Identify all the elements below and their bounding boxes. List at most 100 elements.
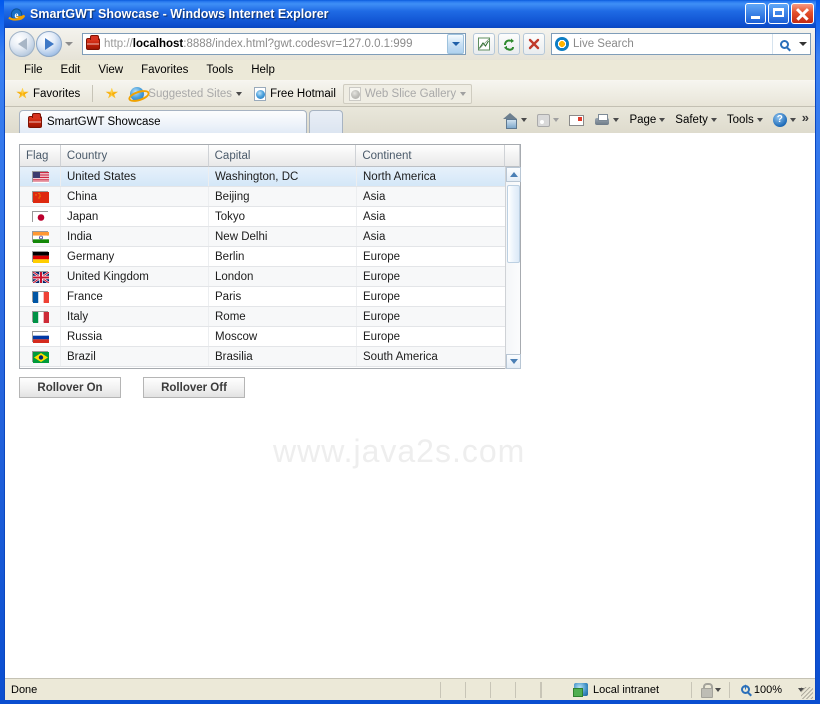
grid-header-label: Capital	[214, 149, 251, 162]
table-row[interactable]: France Paris Europe	[20, 287, 520, 307]
menu-item-file[interactable]: File	[15, 62, 52, 78]
table-row[interactable]: United States Washington, DC North America	[20, 167, 520, 187]
table-row[interactable]: Germany Berlin Europe	[20, 247, 520, 267]
back-button[interactable]	[9, 31, 35, 57]
feeds-button[interactable]	[533, 112, 563, 129]
help-menu-button[interactable]: ?	[769, 111, 800, 129]
chevron-down-icon[interactable]	[659, 118, 666, 122]
security-zone-indicator[interactable]: Local intranet	[541, 681, 691, 698]
chevron-down-icon[interactable]	[553, 118, 560, 122]
stop-button[interactable]	[523, 33, 545, 55]
page-icon	[254, 86, 267, 101]
favorites-item-suggested-sites[interactable]: Suggested Sites	[125, 85, 247, 103]
print-button[interactable]	[590, 112, 623, 129]
refresh-button[interactable]	[498, 33, 520, 55]
grid-cell-country: China	[61, 187, 209, 206]
forward-button[interactable]	[36, 31, 62, 57]
address-dropdown-icon[interactable]	[447, 34, 464, 54]
protected-mode-indicator[interactable]	[691, 681, 729, 698]
add-to-favorites-bar-button[interactable]	[100, 86, 123, 102]
browser-window: e SmartGWT Showcase - Windows Internet E…	[0, 0, 820, 704]
browser-client-area: http://localhost:8888/index.html?gwt.cod…	[4, 28, 816, 700]
table-row[interactable]: India New Delhi Asia	[20, 227, 520, 247]
grid-header-continent[interactable]: Continent	[356, 145, 506, 167]
internet-explorer-icon	[130, 86, 145, 101]
title-bar: e SmartGWT Showcase - Windows Internet E…	[4, 0, 816, 28]
grid-vertical-scrollbar[interactable]	[505, 167, 521, 369]
chevron-down-icon[interactable]	[236, 91, 243, 96]
site-favicon-icon	[28, 113, 42, 128]
chevron-down-icon[interactable]	[521, 118, 528, 122]
menu-item-favorites[interactable]: Favorites	[132, 62, 197, 78]
rollover-on-button[interactable]: Rollover On	[19, 377, 121, 398]
grid-cell-capital: New Delhi	[209, 227, 357, 246]
scroll-up-button[interactable]	[506, 167, 521, 182]
search-box[interactable]: Live Search	[551, 33, 811, 55]
grid-header-flag[interactable]: Flag	[20, 145, 61, 167]
search-input[interactable]: Live Search	[573, 38, 772, 50]
table-row[interactable]: United Kingdom London Europe	[20, 267, 520, 287]
rollover-off-button[interactable]: Rollover Off	[143, 377, 245, 398]
help-icon: ?	[772, 113, 787, 127]
grid-header-label: Continent	[362, 149, 412, 162]
chevron-down-icon[interactable]	[789, 118, 796, 122]
globe-icon	[572, 683, 588, 697]
scrollbar-thumb[interactable]	[507, 185, 520, 263]
favorites-button[interactable]: Favorites	[11, 86, 85, 102]
status-separator	[440, 681, 441, 698]
compatibility-view-button[interactable]	[473, 33, 495, 55]
chevron-down-icon[interactable]	[715, 687, 721, 692]
search-provider-dropdown-icon[interactable]	[796, 34, 810, 54]
star-arrow-icon	[105, 87, 119, 99]
grid-header-row: Flag Country Capital Continent	[20, 145, 520, 167]
grid-header-label: Country	[66, 149, 108, 162]
recent-pages-dropdown-icon[interactable]	[62, 31, 76, 57]
menu-item-help[interactable]: Help	[242, 62, 284, 78]
search-go-button[interactable]	[772, 34, 796, 54]
chevron-down-icon[interactable]	[460, 91, 467, 96]
grid-header-label: Flag	[26, 149, 49, 162]
table-row[interactable]: Russia Moscow Europe	[20, 327, 520, 347]
grid-cell-flag	[20, 307, 61, 326]
home-button[interactable]	[499, 111, 531, 129]
address-bar[interactable]: http://localhost:8888/index.html?gwt.cod…	[82, 33, 466, 55]
grid-cell-capital: Berlin	[209, 247, 357, 266]
favorites-label: Favorites	[33, 87, 81, 100]
flag-united-kingdom-icon	[32, 271, 50, 284]
table-row[interactable]: Italy Rome Europe	[20, 307, 520, 327]
favorites-item-web-slice-gallery[interactable]: Web Slice Gallery	[342, 83, 473, 104]
toolbar-overflow-button[interactable]: »	[802, 111, 809, 130]
minimize-button[interactable]	[745, 3, 766, 24]
home-icon	[503, 113, 518, 129]
menu-item-tools[interactable]: Tools	[197, 62, 242, 78]
grid-header-country[interactable]: Country	[60, 145, 209, 167]
chevron-down-icon[interactable]	[756, 118, 763, 122]
navigation-toolbar: http://localhost:8888/index.html?gwt.cod…	[5, 28, 815, 60]
favorites-item-free-hotmail[interactable]: Free Hotmail	[249, 85, 341, 103]
grid-cell-country: United States	[61, 167, 209, 186]
grid-header-capital[interactable]: Capital	[208, 145, 357, 167]
chevron-down-icon[interactable]	[710, 118, 717, 122]
scroll-down-button[interactable]	[506, 354, 521, 369]
watermark-text: www.java2s.com	[273, 433, 526, 469]
close-button[interactable]	[791, 3, 814, 24]
star-icon	[16, 87, 29, 99]
grid-cell-continent: Europe	[357, 307, 506, 326]
menu-item-view[interactable]: View	[89, 62, 132, 78]
safety-menu-button[interactable]: Safety	[671, 112, 721, 128]
tab-smartgwt-showcase[interactable]: SmartGWT Showcase	[19, 110, 307, 133]
menu-item-edit[interactable]: Edit	[52, 62, 90, 78]
chevron-down-icon[interactable]	[613, 118, 620, 122]
table-row[interactable]: Brazil Brasilia South America	[20, 347, 520, 367]
maximize-button[interactable]	[768, 3, 789, 24]
resize-grip[interactable]	[801, 687, 813, 699]
tools-menu-button[interactable]: Tools	[723, 112, 767, 128]
new-tab-button[interactable]	[309, 110, 343, 133]
table-row[interactable]: China Beijing Asia	[20, 187, 520, 207]
internet-explorer-icon: e	[8, 6, 26, 23]
table-row[interactable]: Japan Tokyo Asia	[20, 207, 520, 227]
mail-icon	[569, 114, 585, 126]
page-menu-button[interactable]: Page	[625, 112, 669, 128]
status-separator	[465, 681, 466, 698]
read-mail-button[interactable]	[565, 113, 588, 128]
